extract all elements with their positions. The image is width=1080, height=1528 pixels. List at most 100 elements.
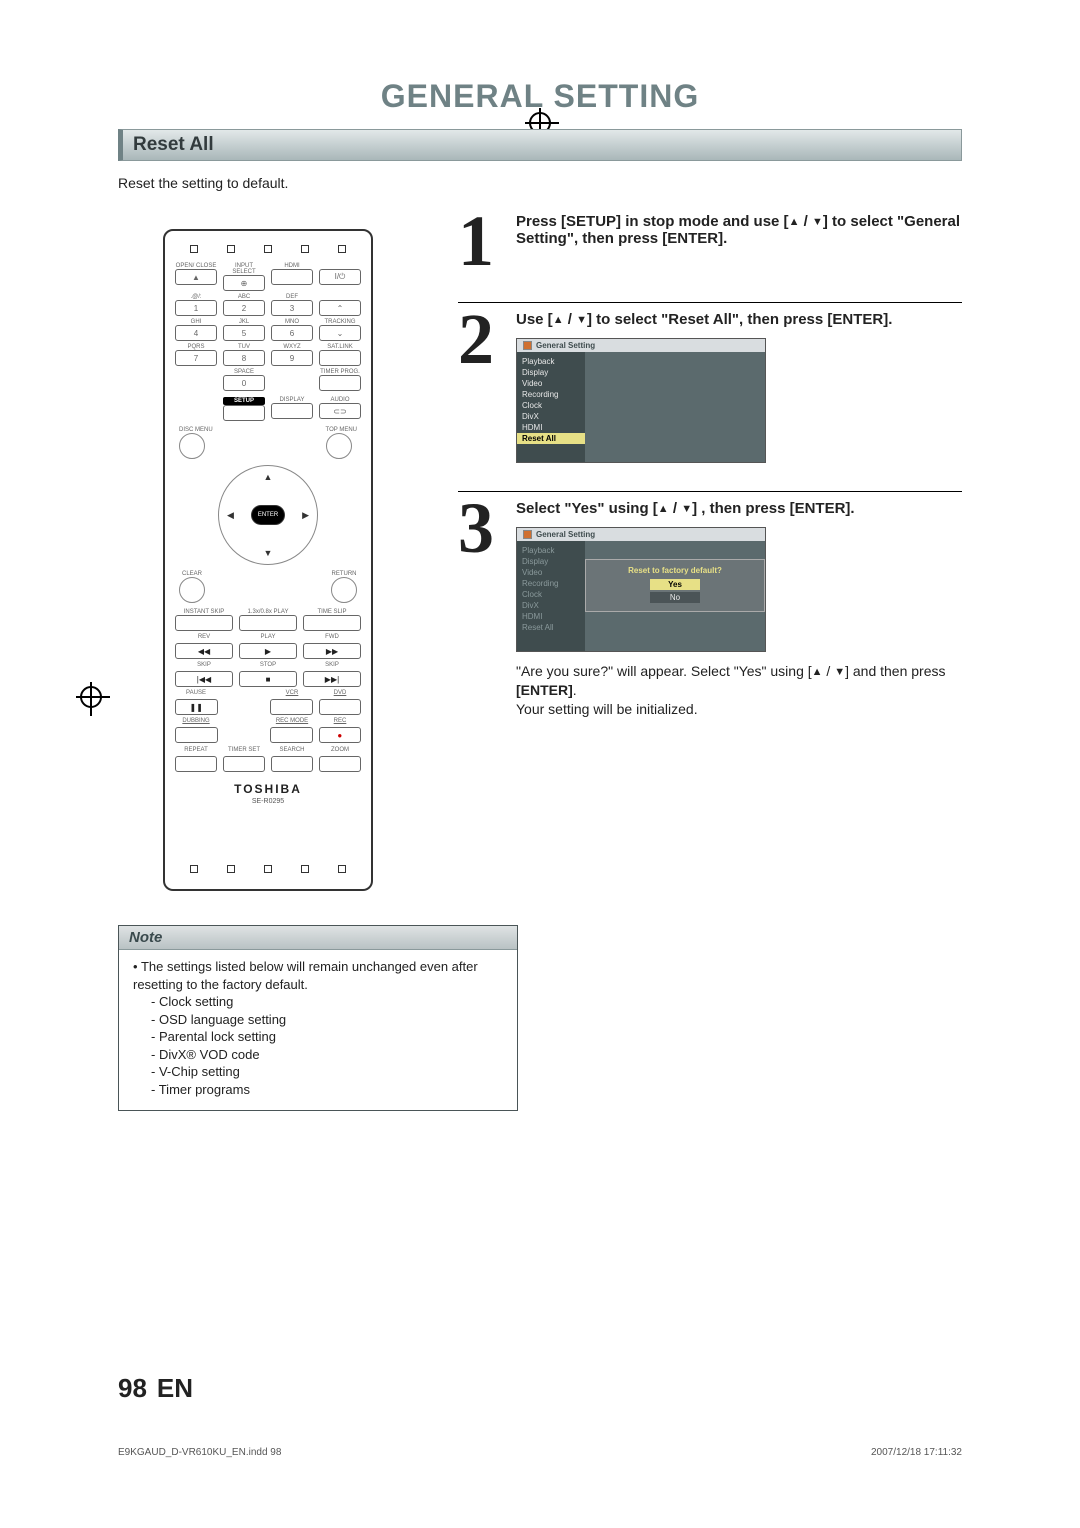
footer-meta: E9KGAUD_D-VR610KU_EN.indd 98 2007/12/18 …: [118, 1447, 962, 1458]
osd-menu-item: DivX: [517, 411, 585, 422]
gear-icon: [523, 341, 532, 350]
osd-menu-item: Recording: [517, 578, 585, 589]
osd-menu: Playback Display Video Recording Clock D…: [517, 352, 585, 462]
dpad-down-icon: ▼: [264, 548, 273, 558]
step-number: 2: [458, 307, 506, 463]
gear-icon: [523, 530, 532, 539]
osd-menu-item: Recording: [517, 389, 585, 400]
time-slip-button: [303, 615, 361, 631]
dpad: ▲ ▼ ◀ ▶ ENTER: [218, 465, 318, 565]
osd-screenshot-step3: General Setting Playback Display Video R…: [516, 527, 766, 652]
search-button: [271, 756, 313, 772]
dialog-question: Reset to factory default?: [592, 566, 758, 575]
key-7: 7: [175, 350, 217, 366]
remote-model: SE-R0295: [175, 798, 361, 805]
dubbing-button: [175, 727, 218, 743]
osd-menu-item: DivX: [517, 600, 585, 611]
up-triangle-icon: ▲: [658, 503, 669, 515]
audio-button: ⊂⊃: [319, 403, 361, 419]
down-triangle-icon: ▼: [812, 216, 823, 228]
dialog-option-no: No: [650, 592, 700, 603]
skip-prev-button: |◀◀: [175, 671, 233, 687]
osd-menu-item: Reset All: [517, 622, 585, 633]
btn-label: OPEN/ CLOSE: [175, 263, 217, 269]
rev-button: ◀◀: [175, 643, 233, 659]
clear-button: [179, 577, 205, 603]
key-6: 6: [271, 325, 313, 341]
fwd-button: ▶▶: [303, 643, 361, 659]
key-0: 0: [223, 375, 265, 391]
osd-menu-item: Playback: [517, 545, 585, 556]
rec-button: ●: [319, 727, 362, 743]
key-9: 9: [271, 350, 313, 366]
osd-menu-item: Clock: [517, 589, 585, 600]
dvd-button: [319, 699, 362, 715]
osd-title: General Setting: [536, 341, 595, 350]
setup-label: SETUP: [223, 397, 265, 405]
down-triangle-icon: ▼: [576, 314, 587, 326]
timer-prog-button: [319, 375, 361, 391]
play-speed-button: [239, 615, 297, 631]
note-heading: Note: [119, 926, 517, 950]
osd-menu-item: Video: [517, 378, 585, 389]
step-3-tail: "Are you sure?" will appear. Select "Yes…: [516, 662, 962, 719]
return-button: [331, 577, 357, 603]
up-triangle-icon: ▲: [812, 665, 823, 680]
input-select-button: ⊕: [223, 275, 265, 291]
instant-skip-button: [175, 615, 233, 631]
note-item: V-Chip setting: [151, 1063, 503, 1081]
disc-menu-button: [179, 433, 205, 459]
osd-menu-item: Clock: [517, 400, 585, 411]
down-triangle-icon: ▼: [834, 665, 845, 680]
note-item: Timer programs: [151, 1081, 503, 1099]
osd-menu-item: Display: [517, 367, 585, 378]
section-heading: Reset All: [118, 129, 962, 161]
key-1: 1: [175, 300, 217, 316]
vcr-button: [270, 699, 313, 715]
registration-mark-right: [80, 686, 102, 708]
osd-title: General Setting: [536, 530, 595, 539]
top-menu-button: [326, 433, 352, 459]
step-2: 2 Use [▲ / ▼] to select "Reset All", the…: [458, 302, 962, 463]
recmode-button: [270, 727, 313, 743]
intro-text: Reset the setting to default.: [118, 175, 962, 191]
up-triangle-icon: ▲: [789, 216, 800, 228]
clear-label: CLEAR: [179, 571, 205, 577]
dialog-option-yes: Yes: [650, 579, 700, 590]
play-button: ▶: [239, 643, 297, 659]
remote-illustration: OPEN/ CLOSE▲ INPUT SELECT⊕ HDMI I/⏻ .@/:…: [163, 229, 373, 891]
note-item: DivX® VOD code: [151, 1046, 503, 1064]
down-triangle-icon: ▼: [681, 503, 692, 515]
dpad-up-icon: ▲: [264, 472, 273, 482]
open-close-button: ▲: [175, 269, 217, 285]
stop-button: ■: [239, 671, 297, 687]
dpad-right-icon: ▶: [302, 510, 309, 521]
osd-menu-item: Video: [517, 567, 585, 578]
osd-dialog: Reset to factory default? Yes No: [585, 559, 765, 612]
ch-down-button: ⌄: [319, 325, 361, 341]
key-5: 5: [223, 325, 265, 341]
note-item: Parental lock setting: [151, 1028, 503, 1046]
footer-filename: E9KGAUD_D-VR610KU_EN.indd 98: [118, 1447, 281, 1458]
skip-next-button: ▶▶|: [303, 671, 361, 687]
osd-menu-item: Playback: [517, 356, 585, 367]
step-number: 1: [458, 209, 506, 274]
up-triangle-icon: ▲: [553, 314, 564, 326]
page: GENERAL SETTING Reset All Reset the sett…: [118, 78, 962, 1414]
satlink-button: [319, 350, 361, 366]
return-label: RETURN: [331, 571, 357, 577]
osd-menu-item: Display: [517, 556, 585, 567]
key-3: 3: [271, 300, 313, 316]
osd-menu-item-selected: Reset All: [517, 433, 585, 444]
page-title: GENERAL SETTING: [118, 78, 962, 115]
step-1: 1 Press [SETUP] in stop mode and use [▲ …: [458, 209, 962, 274]
osd-screenshot-step2: General Setting Playback Display Video R…: [516, 338, 766, 463]
hdmi-button: [271, 269, 313, 285]
top-menu-label: TOP MENU: [326, 427, 357, 433]
power-button: I/⏻: [319, 269, 361, 285]
enter-button: ENTER: [251, 505, 285, 525]
timer-set-button: [223, 756, 265, 772]
osd-menu-item: HDMI: [517, 611, 585, 622]
page-number: 98EN: [118, 1373, 193, 1404]
note-item: Clock setting: [151, 993, 503, 1011]
